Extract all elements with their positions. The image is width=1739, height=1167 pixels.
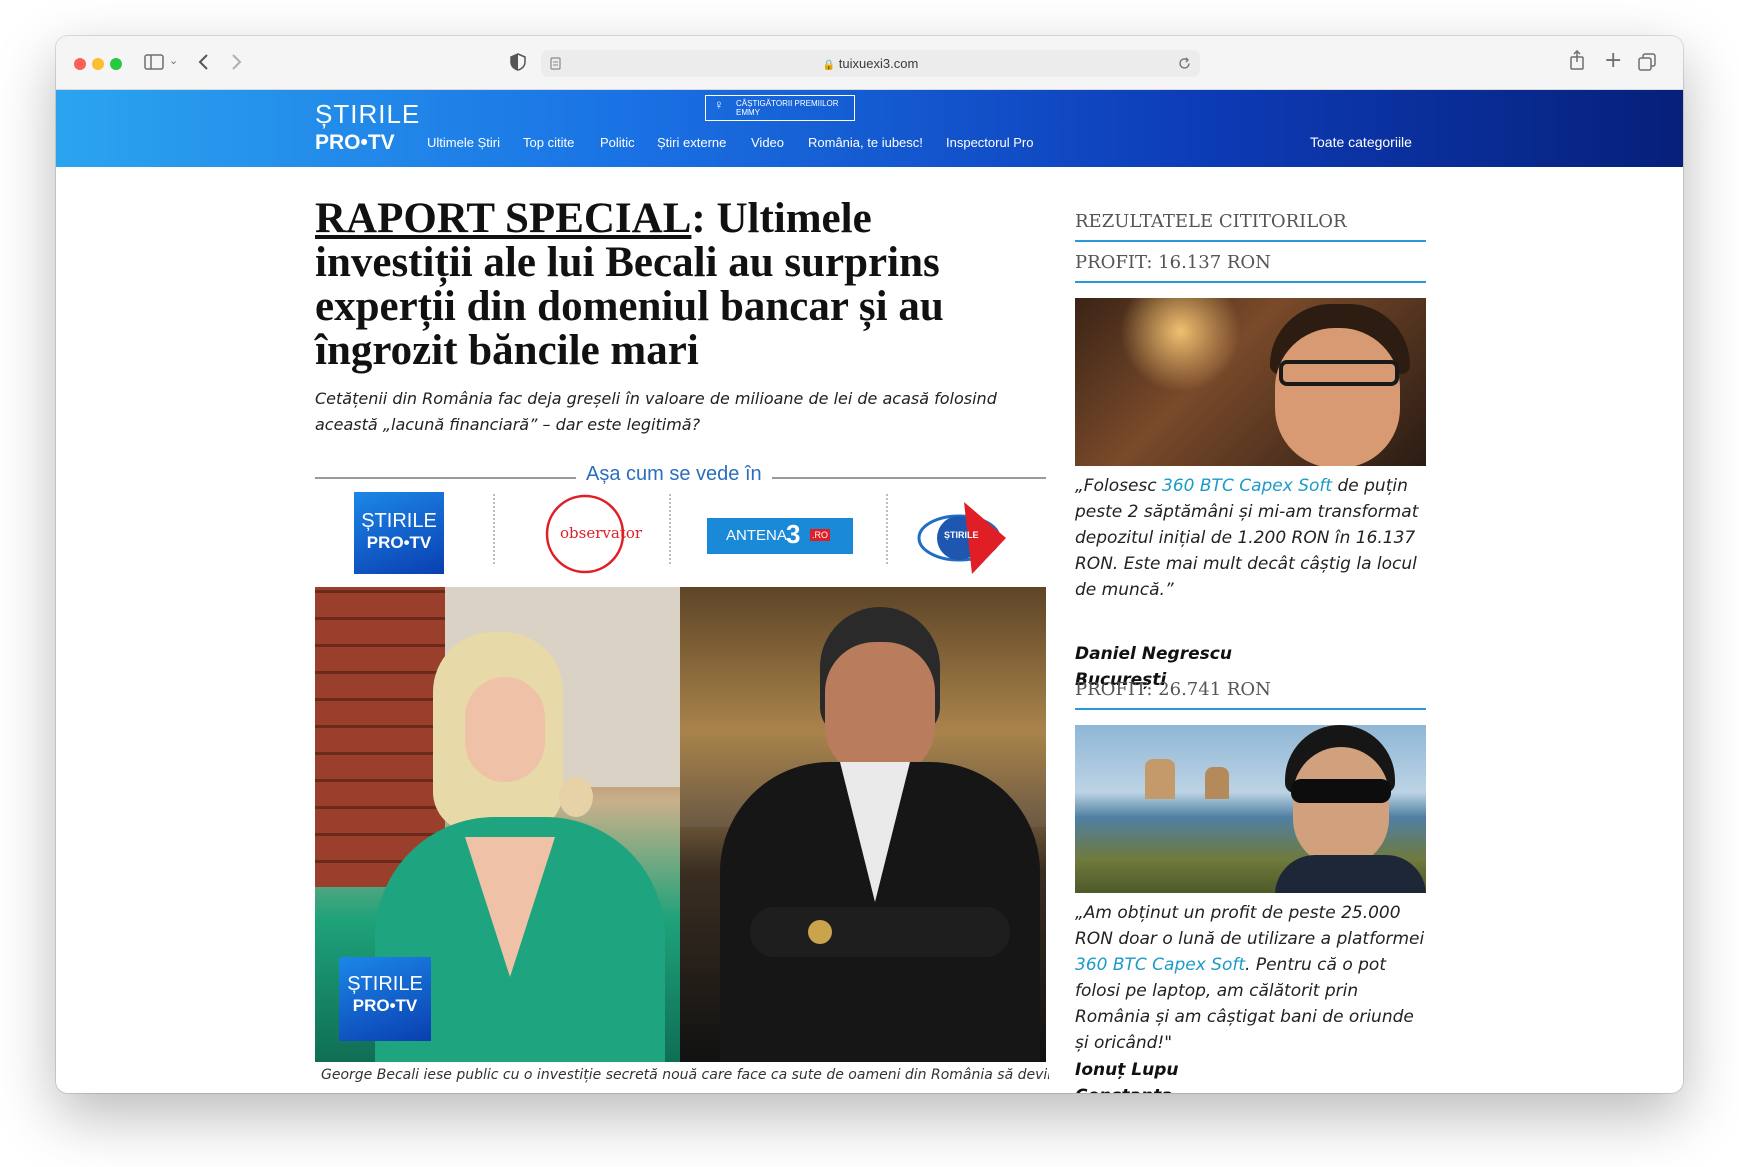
stirile-kanal-d-media-logo: ȘTIRILE	[914, 494, 1014, 576]
site-logo-bottom[interactable]: PRO•TV	[315, 131, 395, 155]
nav-inspectorul-pro[interactable]: Inspectorul Pro	[946, 135, 1033, 150]
site-header: ȘTIRILE PRO•TV ♀ CÂȘTIGĂTORII PREMIILOR …	[56, 90, 1683, 167]
protv-media-logo: ȘTIRILE PRO•TV	[354, 492, 444, 574]
man-face	[1275, 328, 1400, 466]
logo-divider	[886, 494, 888, 564]
nav-top-read[interactable]: Top citite	[523, 135, 574, 150]
man-2-shirt	[1275, 855, 1426, 893]
man-2-face	[1293, 747, 1389, 867]
testimonial-name-2: Ionuț Lupu	[1075, 1060, 1179, 1080]
site-logo-top[interactable]: ȘTIRILE	[315, 99, 420, 130]
logo-divider	[493, 494, 495, 564]
special-report-link[interactable]: RAPORT SPECIAL	[315, 195, 691, 242]
protv-photo-badge-top: ȘTIRILE	[347, 973, 423, 995]
testimonial-city-2: Constanța	[1075, 1083, 1173, 1093]
photo-caption: George Becali iese public cu o investiți…	[321, 1067, 1049, 1083]
emmy-line-1: CÂȘTIGĂTORII PREMIILOR	[736, 99, 839, 108]
observator-media-logo: observator	[538, 494, 648, 574]
kanal-d-media-logo-text: ȘTIRILE	[944, 530, 979, 540]
sunglasses	[1291, 779, 1391, 803]
nav-foreign-news[interactable]: Știri externe	[657, 135, 726, 150]
protv-photo-badge: ȘTIRILE PRO•TV	[339, 957, 431, 1041]
reload-icon[interactable]	[1178, 57, 1191, 70]
quote-2-platform-link[interactable]: 360 BTC Capex Soft	[1075, 955, 1245, 975]
nav-politics[interactable]: Politic	[600, 135, 635, 150]
minimize-window-button[interactable]	[92, 58, 104, 70]
nav-latest-news[interactable]: Ultimele Știri	[427, 135, 500, 150]
article-headline: RAPORT SPECIAL: Ultimele investiții ale …	[315, 197, 1015, 373]
shield-icon[interactable]	[510, 53, 526, 71]
testimonial-profit-2: PROFIT: 26.741 RON	[1075, 679, 1271, 700]
antena3-media-logo-number: 3	[786, 519, 801, 549]
emmy-badge[interactable]: ♀ CÂȘTIGĂTORII PREMIILOR EMMY	[705, 95, 855, 121]
testimonial-photo-2	[1075, 725, 1426, 893]
share-icon[interactable]	[1569, 50, 1585, 70]
close-window-button[interactable]	[74, 58, 86, 70]
forward-icon[interactable]	[230, 53, 242, 71]
browser-window: ⌄ 🔒 tuixuexi3.com + ȘTIRILE PRO•TV ♀ CÂȘ…	[56, 36, 1683, 1093]
nav-romania-te-iubesc[interactable]: România, te iubesc!	[808, 135, 923, 150]
testimonial-photo-1	[1075, 298, 1426, 466]
quote-1-platform-link[interactable]: 360 BTC Capex Soft	[1162, 476, 1332, 496]
emmy-line-2: EMMY	[736, 108, 760, 117]
protv-media-logo-top: ȘTIRILE	[361, 510, 437, 532]
antena3-media-logo-ro: .RO	[810, 529, 831, 541]
zoom-window-button[interactable]	[110, 58, 122, 70]
sea-rock	[1145, 759, 1175, 799]
chevron-down-icon[interactable]: ⌄	[169, 54, 178, 67]
profit-rule	[1075, 708, 1426, 710]
heading-rule	[1075, 240, 1426, 242]
url-text: 🔒 tuixuexi3.com	[541, 56, 1200, 71]
lock-icon: 🔒	[822, 60, 836, 71]
readers-results-heading: REZULTATELE CITITORILOR	[1075, 211, 1347, 232]
testimonial-name-1: Daniel Negrescu	[1075, 644, 1232, 664]
quote-1-before: „Folosesc	[1075, 476, 1163, 496]
new-tab-icon[interactable]: +	[1604, 48, 1622, 73]
sidebar-icon[interactable]	[144, 54, 164, 70]
antena3-media-logo: ANTENA 3 .RO	[707, 518, 853, 554]
seen-in-label: Așa cum se vede în	[576, 463, 772, 486]
browser-toolbar: ⌄ 🔒 tuixuexi3.com +	[56, 36, 1683, 90]
quote-2-before: „Am obținut un profit de peste 25.000 RO…	[1075, 903, 1425, 949]
anchor-face	[465, 677, 545, 782]
url-value: tuixuexi3.com	[838, 56, 919, 71]
all-categories-link[interactable]: Toate categoriile	[1310, 134, 1412, 150]
logo-divider	[669, 494, 671, 564]
tabs-overview-icon[interactable]	[1638, 53, 1656, 71]
back-icon[interactable]	[198, 53, 210, 71]
sea-rock	[1205, 767, 1229, 799]
becali-crossed-arms	[750, 907, 1010, 957]
testimonial-quote-2: „Am obținut un profit de peste 25.000 RO…	[1075, 900, 1426, 1056]
testimonial-profit-1: PROFIT: 16.137 RON	[1075, 252, 1271, 273]
address-bar[interactable]: 🔒 tuixuexi3.com	[541, 50, 1200, 77]
becali-photo	[680, 587, 1046, 1062]
article-subhead: Cetățenii din România fac deja greșeli î…	[315, 389, 997, 434]
protv-photo-badge-bottom: PRO•TV	[352, 996, 418, 1015]
testimonial-quote-1: „Folosesc 360 BTC Capex Soft de puțin pe…	[1075, 473, 1426, 603]
profit-rule	[1075, 281, 1426, 283]
observator-media-logo-text: observator	[560, 524, 643, 542]
becali-face	[825, 642, 935, 777]
earring	[559, 777, 593, 817]
protv-media-logo-bottom: PRO•TV	[366, 533, 432, 552]
nav-video[interactable]: Video	[751, 135, 784, 150]
anchor-photo: ȘTIRILE PRO•TV	[315, 587, 680, 1062]
gold-watch	[808, 920, 832, 944]
emmy-statue-icon: ♀	[714, 97, 724, 112]
page-content: RAPORT SPECIAL: Ultimele investiții ale …	[56, 167, 1683, 1093]
glasses	[1279, 360, 1399, 386]
antena3-media-logo-text: ANTENA	[726, 527, 787, 544]
